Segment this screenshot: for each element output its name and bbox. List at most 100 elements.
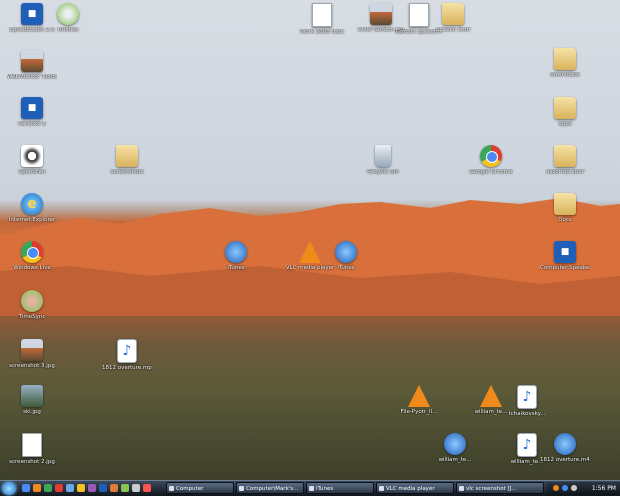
desktop-icon-label: screenshot 3.jpg <box>9 363 55 369</box>
taskbar-button[interactable]: iTunes <box>306 482 374 494</box>
itunes-icon <box>335 241 357 263</box>
taskbar: Computer Computer\Mark's... iTunes VLC medi… <box>0 480 620 496</box>
desktop-icon-label: ski.jpg <box>23 409 41 415</box>
note-icon: ♪ <box>517 385 537 409</box>
quicklaunch-tool-icon[interactable] <box>132 484 140 492</box>
chrome-icon <box>21 241 43 263</box>
desktop-icon-label: Docs <box>558 217 572 223</box>
desktop-icon-label: TimeSync <box>18 314 46 320</box>
quicklaunch-media-icon[interactable] <box>55 484 63 492</box>
desktop-icon[interactable]: assorted stuff <box>540 145 590 176</box>
desktop-icon[interactable]: screenshot 3.jpg <box>7 339 57 370</box>
desktop-icon-label: apps <box>558 121 572 127</box>
desktop-icon[interactable]: downloads <box>540 48 590 79</box>
desktop-icon[interactable]: Docs <box>540 193 590 224</box>
desktop-icon[interactable]: iTunes <box>211 241 261 272</box>
desktop-icon-label: SpeedFan <box>18 169 46 175</box>
desktop-icon[interactable]: Work 2008 data <box>297 3 347 36</box>
desktop-icon-label: Windows Live <box>13 265 51 271</box>
desktop-icon[interactable]: apps <box>540 97 590 128</box>
folder-icon <box>554 48 576 70</box>
desktop-icon-label: iTunes <box>227 265 245 271</box>
desktop-icon-label: Google Chrome <box>469 169 513 175</box>
taskbar-button[interactable]: Computer\Mark's... <box>236 482 304 494</box>
desktop-icon-label: assorted stuff <box>546 169 584 175</box>
folder-icon <box>442 3 464 25</box>
tray-volume-icon[interactable] <box>571 485 577 491</box>
desktop-icon-label: iTunes <box>337 265 355 271</box>
desktop-icon[interactable]: Speech stuff <box>428 3 478 34</box>
desktop-icon[interactable]: SpeedFan <box>7 145 57 176</box>
quicklaunch-firefox-icon[interactable] <box>110 484 118 492</box>
tray-vlc-icon[interactable] <box>553 485 559 491</box>
desktop-icon-label: WebMonitor Toolbar <box>7 74 57 80</box>
quicklaunch-app-icon[interactable] <box>88 484 96 492</box>
quicklaunch-utility-icon[interactable] <box>121 484 129 492</box>
img-icon <box>21 385 43 407</box>
vlc-icon <box>408 385 430 407</box>
quicklaunch-itunes-icon[interactable] <box>99 484 107 492</box>
quicklaunch-vlc-icon[interactable] <box>33 484 41 492</box>
folder-icon <box>554 145 576 167</box>
quicklaunch-folder-icon[interactable] <box>77 484 85 492</box>
taskbar-button[interactable]: Computer <box>166 482 234 494</box>
quicklaunch-extra-icon[interactable] <box>143 484 151 492</box>
desktop-icon[interactable]: 1812 overture.m4a <box>540 433 590 464</box>
desktop-icon-label: screenshot 2.jpg <box>9 459 55 465</box>
desktop-icon-label: 1812 overture.mp3 <box>102 365 152 371</box>
blue-icon: ■ <box>554 241 576 263</box>
desktop-icon-label: screenshots <box>110 169 144 175</box>
clock-icon <box>21 290 43 312</box>
vlc-icon <box>480 385 502 407</box>
desktop-icon[interactable]: Utilities <box>43 3 93 34</box>
photo-icon <box>370 3 392 25</box>
tray-clock[interactable]: 1:56 PM <box>592 482 616 495</box>
desktop-icon-label: Internet Explorer <box>8 217 56 223</box>
desktop-icon-label: File-Pyotr_Il... <box>400 409 438 415</box>
quicklaunch-desktop-icon[interactable] <box>22 484 30 492</box>
tray-network-icon[interactable] <box>562 485 568 491</box>
folder-icon <box>116 145 138 167</box>
desktop-icon[interactable]: WebMonitor Toolbar <box>7 50 57 81</box>
photo-icon <box>21 339 43 361</box>
desktop-icon[interactable]: william_te... <box>430 433 480 464</box>
itunes-icon <box>554 433 576 455</box>
desktop-icon[interactable]: ■ Karaoke 5 <box>7 97 57 128</box>
desktop-icon-label: Karaoke 5 <box>18 121 46 127</box>
desktop-icon[interactable]: ♪ tchaikovsky... <box>502 385 552 418</box>
desktop-icon[interactable]: e Internet Explorer <box>7 193 57 224</box>
doc-icon <box>312 3 332 27</box>
desktop-icon[interactable]: screenshots <box>102 145 152 176</box>
desktop-icon-label: Utilities <box>57 27 79 33</box>
vlc-icon <box>299 241 321 263</box>
doc-icon <box>22 433 42 457</box>
desktop-icon-label: william_te... <box>438 457 472 463</box>
system-tray: 1:56 PM <box>547 482 620 495</box>
desktop-icon[interactable]: iTunes <box>321 241 371 272</box>
quicklaunch-chrome-icon[interactable] <box>44 484 52 492</box>
itunes-icon <box>225 241 247 263</box>
desktop-icon[interactable]: Google Chrome <box>466 145 516 176</box>
taskbar-button[interactable]: vlc screenshot [J... <box>456 482 544 494</box>
chrome-icon <box>480 145 502 167</box>
desktop-icon[interactable]: File-Pyotr_Il... <box>394 385 444 416</box>
folder-icon <box>554 97 576 119</box>
desktop-icon[interactable]: Recycle Bin <box>358 145 408 176</box>
note-icon: ♪ <box>117 339 137 363</box>
itunes-icon <box>444 433 466 455</box>
quicklaunch-ie-icon[interactable] <box>66 484 74 492</box>
desktop-icon[interactable]: TimeSync <box>7 290 57 321</box>
desktop-icon-label: Computer Speaker <box>540 265 590 271</box>
desktop-icon[interactable]: ski.jpg <box>7 385 57 416</box>
desktop-icon[interactable]: ■ Computer Speaker <box>540 241 590 272</box>
desktop-icon[interactable]: ♪ 1812 overture.mp3 <box>102 339 152 372</box>
desktop-icon[interactable]: Windows Live <box>7 241 57 272</box>
taskbar-button[interactable]: VLC media player <box>376 482 454 494</box>
start-button[interactable] <box>2 482 16 495</box>
desktop-icon-label: 1812 overture.m4a <box>540 457 590 463</box>
desktop-icon-label: Work 2008 data <box>300 29 344 35</box>
ie-icon: e <box>21 193 43 215</box>
clock-icon <box>57 3 79 25</box>
desktop-icon-label: downloads <box>550 72 580 78</box>
desktop-icon[interactable]: screenshot 2.jpg <box>7 433 57 466</box>
